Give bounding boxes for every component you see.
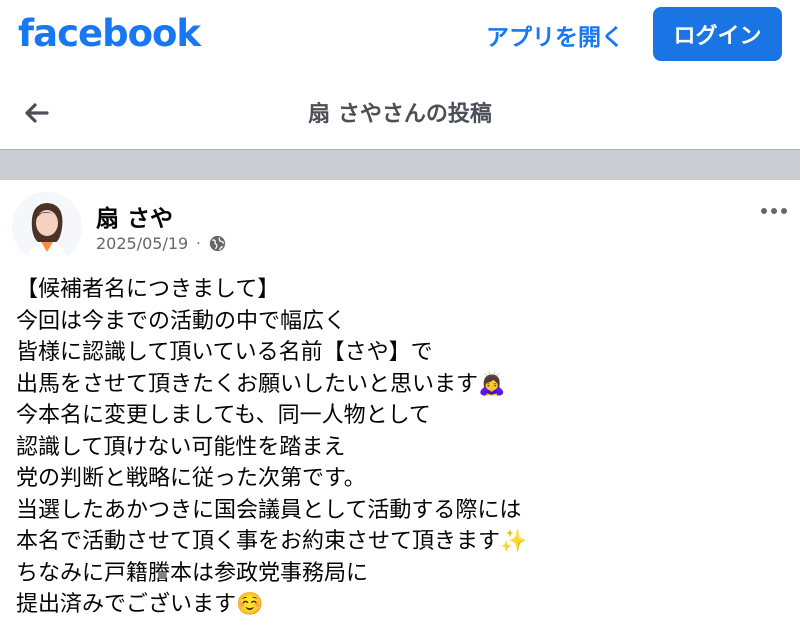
open-app-link[interactable]: アプリを開く bbox=[486, 18, 624, 52]
post-line: 【候補者名につきまして】 bbox=[16, 277, 280, 302]
facebook-logo[interactable]: facebook bbox=[18, 12, 201, 55]
post-line: 当選したあかつきに国会議員として活動する際には bbox=[16, 497, 522, 523]
post-line: 認識して頂けない可能性を踏まえ bbox=[16, 434, 346, 460]
post-line: 皆様に認識して頂いている名前【さや】で bbox=[16, 340, 433, 365]
separator-band bbox=[0, 149, 800, 180]
author-name[interactable]: 扇 さや bbox=[96, 199, 173, 233]
globe-icon bbox=[209, 235, 225, 252]
post-date[interactable]: 2025/05/19 bbox=[96, 234, 188, 253]
login-button[interactable]: ログイン bbox=[653, 7, 782, 61]
post-card: 扇 さや 2025/05/19 · 【候補者名につきまして】 今回は今までの活動… bbox=[0, 180, 800, 625]
post-nav-bar: 扇 さやさんの投稿 bbox=[0, 82, 800, 142]
post-line: 提出済みでございます☺️ bbox=[16, 592, 264, 617]
more-options-icon[interactable] bbox=[760, 206, 788, 216]
page-title: 扇 さやさんの投稿 bbox=[308, 102, 492, 127]
meta-separator: · bbox=[196, 235, 201, 252]
post-line: 出馬をさせて頂きたくお願いしたいと思います🙇‍♀️ bbox=[16, 371, 506, 397]
avatar[interactable] bbox=[12, 192, 82, 262]
post-text: 【候補者名につきまして】 今回は今までの活動の中で幅広く 皆様に認識して頂いてい… bbox=[16, 274, 786, 621]
post-line: 今本名に変更しましても、同一人物として bbox=[16, 403, 431, 428]
post-line: 今回は今までの活動の中で幅広く bbox=[16, 308, 347, 334]
post-line: 党の判断と戦略に従った次第です。 bbox=[16, 466, 366, 491]
post-line: 本名で活動させて頂く事をお約束させて頂きます✨ bbox=[16, 529, 528, 554]
top-bar: facebook アプリを開く ログイン bbox=[0, 0, 800, 72]
post-line: ちなみに戸籍謄本は参政党事務局に bbox=[16, 560, 369, 586]
post-meta: 2025/05/19 · bbox=[96, 234, 226, 253]
